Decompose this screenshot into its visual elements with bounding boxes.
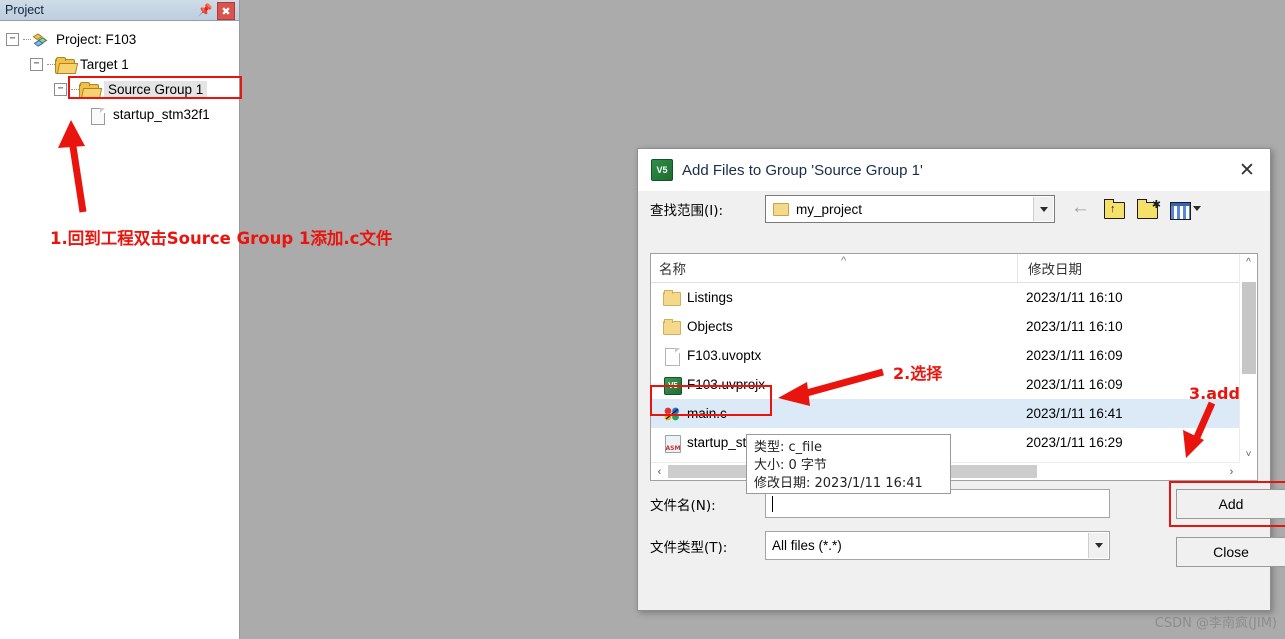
dialog-toolbar: ← ↑ ✱ xyxy=(1071,198,1201,220)
file-date: 2023/1/11 16:29 xyxy=(1026,435,1123,450)
scroll-left-icon[interactable]: ‹ xyxy=(651,463,668,480)
file-date: 2023/1/11 16:09 xyxy=(1026,377,1123,392)
watermark: CSDN @李南疯(JIM) xyxy=(1154,616,1277,631)
chevron-down-icon[interactable] xyxy=(1033,197,1053,221)
look-in-value: my_project xyxy=(796,201,863,217)
text-caret xyxy=(772,495,773,512)
file-icon xyxy=(661,346,683,366)
file-name-label: 文件名(N): xyxy=(650,497,716,514)
new-folder-icon[interactable]: ✱ xyxy=(1137,199,1161,219)
table-row[interactable]: Objects 2023/1/11 16:10 xyxy=(651,312,1257,341)
sort-ascending-icon: ^ xyxy=(841,255,847,267)
file-name: Objects xyxy=(687,319,733,334)
table-row[interactable]: F103.uvoptx 2023/1/11 16:09 xyxy=(651,341,1257,370)
tree-connector xyxy=(47,63,55,66)
pin-icon[interactable]: 📌 xyxy=(197,2,213,18)
project-icon xyxy=(31,31,51,49)
folder-icon xyxy=(661,317,683,337)
folder-icon xyxy=(661,288,683,308)
views-dropdown-icon[interactable] xyxy=(1170,199,1201,220)
asm-file-icon: ASM xyxy=(661,433,683,453)
scroll-down-icon[interactable]: ˅ xyxy=(1240,446,1257,463)
column-header-name[interactable]: 名称 xyxy=(651,254,1018,282)
file-date: 2023/1/11 16:41 xyxy=(1026,406,1123,421)
annotation-arrow-2 xyxy=(778,368,884,406)
vertical-scroll-thumb[interactable] xyxy=(1242,282,1256,374)
tree-item-startup-file[interactable]: startup_stm32f1 xyxy=(0,102,239,127)
dialog-close-icon[interactable]: ✕ xyxy=(1224,149,1270,191)
file-date: 2023/1/11 16:10 xyxy=(1026,319,1123,334)
project-icon-svg xyxy=(32,32,48,47)
annotation-note-3: 3.add xyxy=(1189,384,1240,403)
main-c-highlight-box xyxy=(650,385,772,416)
folder-icon xyxy=(773,202,789,216)
project-tree[interactable]: − Project: F103 − Target 1 − Source Grou… xyxy=(0,22,239,639)
expander-source-group[interactable]: − xyxy=(54,83,67,96)
file-list-header: 名称 修改日期 ^ xyxy=(651,254,1257,283)
annotation-arrow-1 xyxy=(58,120,87,213)
add-button-highlight-box xyxy=(1169,481,1285,527)
source-group-highlight-box xyxy=(68,76,242,99)
annotation-note-1: 1.回到工程双击Source Group 1添加.c文件 xyxy=(50,229,393,248)
tree-connector xyxy=(23,38,31,41)
table-row[interactable]: Listings 2023/1/11 16:10 xyxy=(651,283,1257,312)
project-pane-titlebar: Project 📌 ✖ xyxy=(0,0,239,21)
file-list-vertical-scrollbar[interactable]: ^ ˅ xyxy=(1239,254,1257,463)
column-header-date[interactable]: 修改日期 xyxy=(1018,254,1257,282)
chevron-down-icon[interactable] xyxy=(1088,533,1108,558)
tooltip-modified: 修改日期: 2023/1/11 16:41 xyxy=(754,476,923,491)
file-list[interactable]: 名称 修改日期 ^ Listings 2023/1/11 16:10 Objec… xyxy=(650,253,1258,481)
close-icon[interactable]: ✖ xyxy=(217,2,235,20)
up-one-level-icon[interactable]: ↑ xyxy=(1104,199,1126,219)
tooltip-type: 类型: c_file xyxy=(754,440,822,455)
uvision-app-icon: V5 xyxy=(651,159,673,181)
file-tooltip: 类型: c_file 大小: 0 字节 修改日期: 2023/1/11 16:4… xyxy=(746,434,951,494)
file-type-row: 文件类型(T): All files (*.*) xyxy=(650,531,1110,560)
file-type-select[interactable]: All files (*.*) xyxy=(765,531,1110,560)
expander-target[interactable]: − xyxy=(30,58,43,71)
pin-glyph: 📌 xyxy=(197,3,213,17)
file-list-rows: Listings 2023/1/11 16:10 Objects 2023/1/… xyxy=(651,283,1257,457)
close-button[interactable]: Close xyxy=(1176,537,1285,567)
file-date: 2023/1/11 16:09 xyxy=(1026,348,1123,363)
expander-project[interactable]: − xyxy=(6,33,19,46)
dialog-title: Add Files to Group 'Source Group 1' xyxy=(682,161,923,179)
annotation-arrow-3 xyxy=(1183,401,1216,458)
close-glyph: ✖ xyxy=(221,5,231,18)
tree-label-startup-file: startup_stm32f1 xyxy=(113,107,210,122)
tree-label-target: Target 1 xyxy=(80,57,129,72)
annotation-note-2: 2.选择 xyxy=(893,364,943,383)
look-in-combo[interactable]: my_project xyxy=(765,195,1055,223)
folder-shape xyxy=(55,56,75,74)
file-type-value: All files (*.*) xyxy=(772,538,842,553)
file-type-label: 文件类型(T): xyxy=(650,539,728,556)
tree-item-target[interactable]: − Target 1 xyxy=(0,52,239,77)
look-in-label: 查找范围(I): xyxy=(650,203,724,219)
back-arrow-icon[interactable]: ← xyxy=(1071,198,1093,219)
table-row[interactable]: ASM startup_stm32f1 2023/1/11 16:29 xyxy=(651,428,1257,457)
file-date: 2023/1/11 16:10 xyxy=(1026,290,1123,305)
target-folder-icon xyxy=(55,56,75,74)
tree-item-project[interactable]: − Project: F103 xyxy=(0,27,239,52)
tree-label-project: Project: F103 xyxy=(56,32,137,47)
dialog-titlebar: V5 Add Files to Group 'Source Group 1' ✕ xyxy=(638,149,1270,191)
tooltip-size: 大小: 0 字节 xyxy=(754,458,827,473)
scroll-up-icon[interactable]: ^ xyxy=(1240,254,1257,271)
add-files-dialog: V5 Add Files to Group 'Source Group 1' ✕… xyxy=(637,148,1285,611)
file-name: Listings xyxy=(687,290,733,305)
look-in-row: 查找范围(I): my_project ← ↑ ✱ xyxy=(638,191,1270,227)
project-pane: Project 📌 ✖ − Project: F103 − Target 1 −… xyxy=(0,0,392,639)
file-name: F103.uvoptx xyxy=(687,348,762,363)
scroll-right-icon[interactable]: › xyxy=(1223,463,1240,480)
project-pane-title: Project xyxy=(5,3,44,17)
